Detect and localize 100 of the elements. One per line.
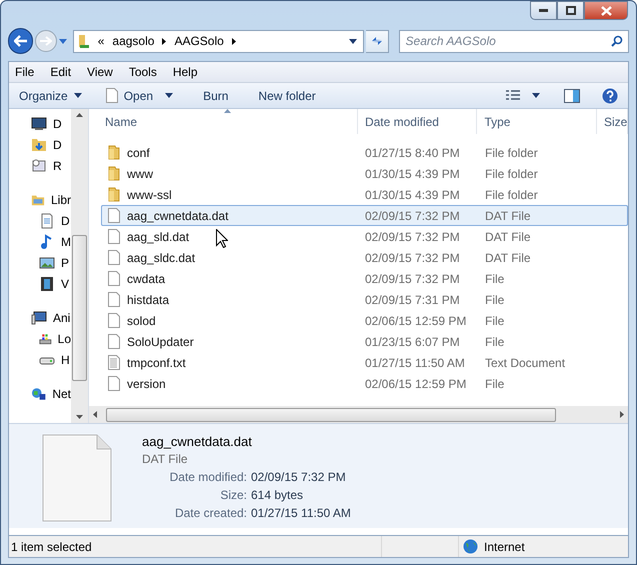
menu-item[interactable]: File (15, 63, 34, 81)
sidebar-item[interactable]: R (53, 156, 62, 174)
details-label: Size: (219, 487, 248, 504)
search-input[interactable]: Search AAGSolo (406, 32, 611, 50)
folder-icon (108, 166, 120, 181)
file-icon (108, 334, 120, 349)
details-label: Date created: (174, 505, 248, 522)
file-row[interactable]: cwdata 02/09/15 7:32 PM File (101, 268, 628, 289)
breadcrumb-overflow[interactable]: « (98, 32, 104, 50)
file-row[interactable]: tmpconf.txt 01/27/15 11:50 AM Text Document (101, 352, 628, 373)
column-header[interactable]: Date modified (364, 112, 439, 130)
file-name: version (127, 376, 166, 392)
back-button[interactable] (8, 28, 34, 54)
scroll-thumb[interactable] (72, 235, 87, 381)
organize-button[interactable]: Organize (19, 86, 82, 104)
sidebar-item[interactable]: D (53, 114, 62, 132)
file-name: aag_sldc.dat (127, 250, 196, 266)
refresh-button[interactable] (366, 30, 389, 52)
details-value: 614 bytes (251, 487, 304, 504)
file-row[interactable]: histdata 02/09/15 7:31 PM File (101, 289, 628, 310)
address-bar[interactable]: « aagsolo AAGSolo (72, 30, 364, 52)
file-row[interactable]: conf 01/27/15 8:40 PM File folder (101, 142, 628, 163)
menu-item[interactable]: Tools (128, 63, 157, 81)
caret-icon (74, 93, 82, 98)
sidebar-item[interactable]: Lo (58, 330, 71, 348)
sidebar-item[interactable]: D (61, 212, 70, 230)
preview-pane-button[interactable] (564, 88, 580, 102)
help-button[interactable] (602, 88, 618, 104)
sidebar-item[interactable]: P (61, 254, 70, 272)
menu-item[interactable]: Edit (50, 63, 72, 81)
file-row[interactable]: solod 02/06/15 12:59 PM File (101, 310, 628, 331)
preview-pane-icon (564, 88, 580, 102)
file-row[interactable]: www-ssl 01/30/15 4:39 PM File folder (101, 184, 628, 205)
file-row[interactable]: aag_sldc.dat 02/09/15 7:32 PM DAT File (101, 247, 628, 268)
file-row[interactable]: version 02/06/15 12:59 PM File (101, 373, 628, 394)
date-modified: 02/09/15 7:32 PM (365, 250, 460, 264)
maximize-button[interactable] (557, 1, 584, 20)
sidebar-item[interactable]: D (53, 136, 62, 154)
scroll-thumb[interactable] (106, 408, 556, 422)
folder-icon (108, 145, 120, 160)
sidebar-item[interactable]: V (61, 274, 70, 292)
text-file-icon (108, 355, 120, 370)
toolbar-button[interactable]: New folder (258, 86, 316, 104)
vertical-scrollbar[interactable] (71, 109, 88, 423)
date-modified: 02/09/15 7:32 PM (365, 208, 460, 222)
file-type: File folder (485, 188, 538, 202)
folder-icon (108, 187, 120, 202)
details-value: 02/09/15 7:32 PM (251, 469, 346, 486)
toolbar-button[interactable]: Burn (203, 86, 228, 104)
history-caret-icon (58, 38, 67, 44)
file-row[interactable]: aag_cwnetdata.dat 02/09/15 7:32 PM DAT File (101, 205, 628, 226)
file-type: DAT File (485, 250, 531, 264)
date-modified: 01/30/15 4:39 PM (365, 188, 460, 202)
open-button[interactable]: Open (106, 86, 174, 104)
file-row[interactable]: www 01/30/15 4:39 PM File folder (101, 163, 628, 184)
folder-icon (78, 34, 90, 48)
file-icon (108, 208, 120, 223)
close-button[interactable] (584, 1, 628, 20)
breadcrumb[interactable]: AAGSolo (174, 32, 224, 50)
column-header[interactable]: Name (105, 112, 138, 130)
file-icon (108, 313, 120, 328)
sidebar-item[interactable]: M (61, 232, 71, 250)
date-modified: 01/30/15 4:39 PM (365, 166, 460, 180)
details-label: Date modified: (168, 469, 248, 486)
computer-icon (31, 310, 47, 326)
column-header[interactable]: Type (484, 112, 510, 130)
close-icon (600, 6, 612, 16)
breadcrumb[interactable]: aagsolo (112, 32, 154, 50)
menu-item[interactable]: View (87, 63, 113, 81)
status-text: 1 item selected (9, 536, 382, 557)
search-icon (611, 35, 623, 47)
sidebar-item[interactable]: Ani (53, 308, 70, 326)
search-field[interactable]: Search AAGSolo (398, 30, 629, 52)
file-icon (108, 271, 120, 286)
file-icon (108, 376, 120, 391)
menu-item[interactable]: Help (172, 63, 198, 81)
network-icon (31, 386, 46, 402)
column-header[interactable]: Size (604, 112, 628, 130)
maximize-icon (566, 6, 576, 15)
file-type: DAT File (485, 230, 531, 244)
chevron-right-icon (162, 38, 166, 44)
date-modified: 01/27/15 8:40 PM (365, 146, 460, 160)
view-options-button[interactable] (506, 90, 540, 101)
file-icon (106, 88, 118, 103)
file-row[interactable]: aag_sld.dat 02/09/15 7:32 PM DAT File (101, 226, 628, 247)
horizontal-scrollbar[interactable] (89, 406, 628, 423)
document-icon (39, 212, 55, 228)
file-row[interactable]: SoloUpdater 01/23/15 6:07 PM File (101, 331, 628, 352)
sort-arrow-icon (224, 109, 231, 113)
sidebar-item[interactable]: Net (52, 384, 71, 402)
minimize-button[interactable] (530, 1, 557, 20)
sidebar-item[interactable]: H (61, 350, 70, 368)
file-name: aag_cwnetdata.dat (127, 208, 228, 224)
mouse-pointer-icon (216, 229, 228, 248)
date-modified: 02/09/15 7:32 PM (365, 272, 460, 286)
file-type: DAT File (485, 208, 531, 222)
date-modified: 01/27/15 11:50 AM (365, 356, 465, 370)
file-name: www (127, 166, 153, 182)
sidebar-item[interactable]: Libr (50, 190, 71, 208)
scroll-up-icon (76, 113, 83, 117)
